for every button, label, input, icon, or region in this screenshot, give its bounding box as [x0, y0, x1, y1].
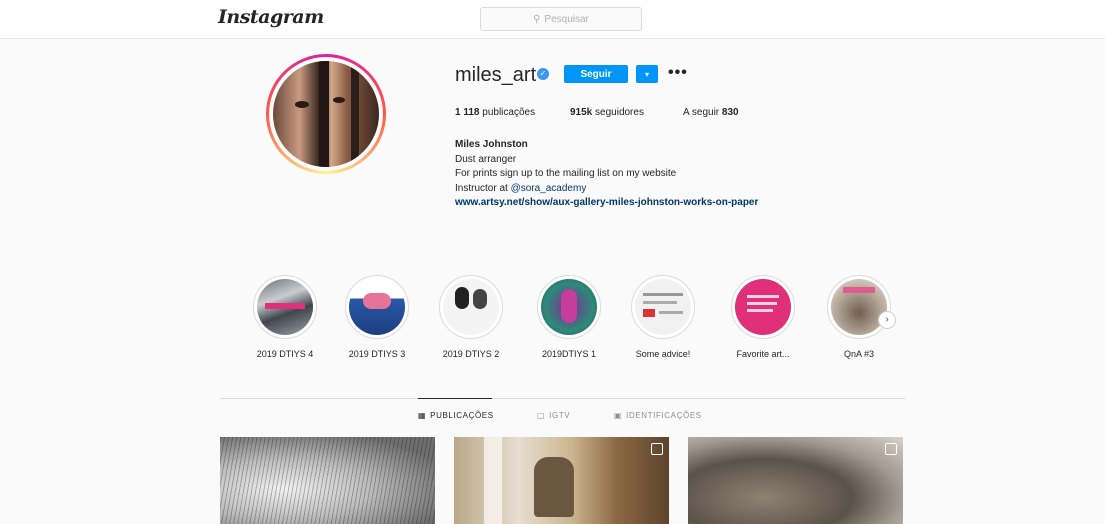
highlight-label: Favorite art... — [736, 349, 790, 359]
highlight-thumbnail — [257, 279, 313, 335]
chevron-right-icon[interactable]: › — [878, 311, 896, 329]
posts-label: publicações — [482, 107, 536, 118]
tab-publications[interactable]: ▦ PUBLICAÇÕES — [418, 411, 494, 420]
highlight-item[interactable]: 2019 DTIYS 4 — [245, 275, 325, 359]
highlight-ring — [439, 275, 503, 339]
top-navigation-bar: Instagram ⚲ Pesquisar — [0, 0, 1105, 39]
highlight-thumbnail — [349, 279, 405, 335]
highlight-label: QnA #3 — [843, 349, 875, 359]
highlight-text-line — [747, 309, 773, 312]
video-icon — [651, 443, 663, 455]
avatar-inner-border — [269, 57, 383, 171]
highlight-ring — [827, 275, 891, 339]
highlight-label: 2019DTIYS 1 — [541, 349, 597, 359]
verified-badge-icon: ✓ — [537, 68, 549, 80]
bio-line: Dust arranger — [455, 153, 517, 165]
follow-button[interactable]: Seguir — [564, 65, 628, 83]
highlight-sketch-shape — [455, 287, 469, 309]
highlight-figure-shape — [363, 293, 391, 309]
highlight-item[interactable]: 2019 DTIYS 3 — [337, 275, 417, 359]
following-label: A seguir — [683, 107, 720, 118]
search-input[interactable]: ⚲ Pesquisar — [480, 7, 642, 31]
avatar-detail — [333, 97, 345, 103]
highlight-item[interactable]: 2019DTIYS 1 — [529, 275, 609, 359]
bio-instructor-text: Instructor at — [455, 182, 511, 194]
instagram-logo[interactable]: Instagram — [218, 6, 324, 28]
tab-label: PUBLICAÇÕES — [430, 411, 494, 420]
highlight-ring — [537, 275, 601, 339]
highlight-ring — [631, 275, 695, 339]
igtv-icon: ▢ — [537, 411, 546, 420]
highlight-thumbnail — [541, 279, 597, 335]
highlight-ring — [253, 275, 317, 339]
highlight-item[interactable]: 2019 DTIYS 2 — [431, 275, 511, 359]
avatar-detail — [351, 61, 359, 167]
highlight-accent-shape — [643, 309, 655, 317]
carousel-icon — [885, 443, 897, 455]
bio-mention-link[interactable]: @sora_academy — [511, 183, 587, 194]
highlight-thumbnail — [735, 279, 791, 335]
highlight-text-line — [659, 311, 683, 314]
story-highlights: 2019 DTIYS 4 2019 DTIYS 3 2019 DTIYS 2 2… — [245, 275, 905, 365]
more-options-icon[interactable]: ••• — [668, 64, 688, 82]
profile-full-name: Miles Johnston — [455, 139, 528, 150]
search-icon: ⚲ — [533, 13, 541, 25]
following-count: 830 — [721, 107, 739, 118]
highlight-label: 2019 DTIYS 4 — [256, 349, 314, 359]
followers-label: seguidores — [595, 107, 644, 118]
post-image-detail — [534, 457, 574, 517]
profile-avatar[interactable] — [266, 54, 386, 174]
posts-count-stat: 1 118 publicações — [455, 107, 535, 118]
highlight-text-line — [747, 302, 777, 305]
highlight-thumbnail — [635, 279, 691, 335]
highlight-label: 2019 DTIYS 2 — [442, 349, 500, 359]
post-thumbnail[interactable] — [220, 437, 435, 524]
bio-line: Instructor at @sora_academy — [455, 182, 758, 197]
avatar-detail — [319, 61, 329, 167]
highlight-label: Some advice! — [635, 349, 691, 359]
avatar-image — [273, 61, 379, 167]
highlight-banner-shape — [843, 287, 875, 293]
tab-igtv[interactable]: ▢ IGTV — [537, 411, 570, 420]
highlight-text-line — [643, 293, 683, 296]
highlight-item[interactable]: Some advice! — [623, 275, 703, 359]
active-tab-indicator — [418, 398, 492, 399]
avatar-detail — [295, 101, 309, 108]
highlight-thumbnail — [443, 279, 499, 335]
posts-count: 1 118 — [455, 107, 480, 118]
highlight-text-line — [747, 295, 779, 298]
tab-tagged[interactable]: ▣ IDENTIFICAÇÕES — [614, 411, 702, 420]
highlight-thumbnail — [831, 279, 887, 335]
profile-username: miles_art — [455, 64, 537, 86]
highlight-ring — [731, 275, 795, 339]
post-image-detail — [484, 437, 502, 524]
followers-stat[interactable]: 915k seguidores — [570, 107, 644, 118]
grid-icon: ▦ — [418, 411, 427, 420]
highlight-item[interactable]: Favorite art... — [723, 275, 803, 359]
bio-line: For prints sign up to the mailing list o… — [455, 168, 677, 179]
followers-count: 915k — [570, 107, 593, 118]
following-stat[interactable]: A seguir 830 — [683, 107, 739, 118]
highlight-ring — [345, 275, 409, 339]
profile-bio: Miles Johnston Dust arranger For prints … — [455, 138, 758, 211]
highlight-banner-shape — [265, 303, 305, 309]
profile-website-link[interactable]: www.artsy.net/show/aux-gallery-miles-joh… — [455, 196, 758, 211]
tab-label: IGTV — [549, 411, 571, 420]
tag-icon: ▣ — [614, 411, 623, 420]
highlight-label: 2019 DTIYS 3 — [348, 349, 406, 359]
highlight-figure-shape — [561, 289, 577, 323]
highlight-text-line — [643, 301, 677, 304]
suggestions-dropdown-button[interactable]: ▾ — [636, 65, 658, 83]
highlight-sketch-shape — [473, 289, 487, 309]
search-placeholder: Pesquisar — [544, 13, 589, 25]
tab-label: IDENTIFICAÇÕES — [626, 411, 702, 420]
tabs-divider — [220, 398, 905, 399]
post-thumbnail[interactable] — [688, 437, 903, 524]
post-thumbnail[interactable] — [454, 437, 669, 524]
